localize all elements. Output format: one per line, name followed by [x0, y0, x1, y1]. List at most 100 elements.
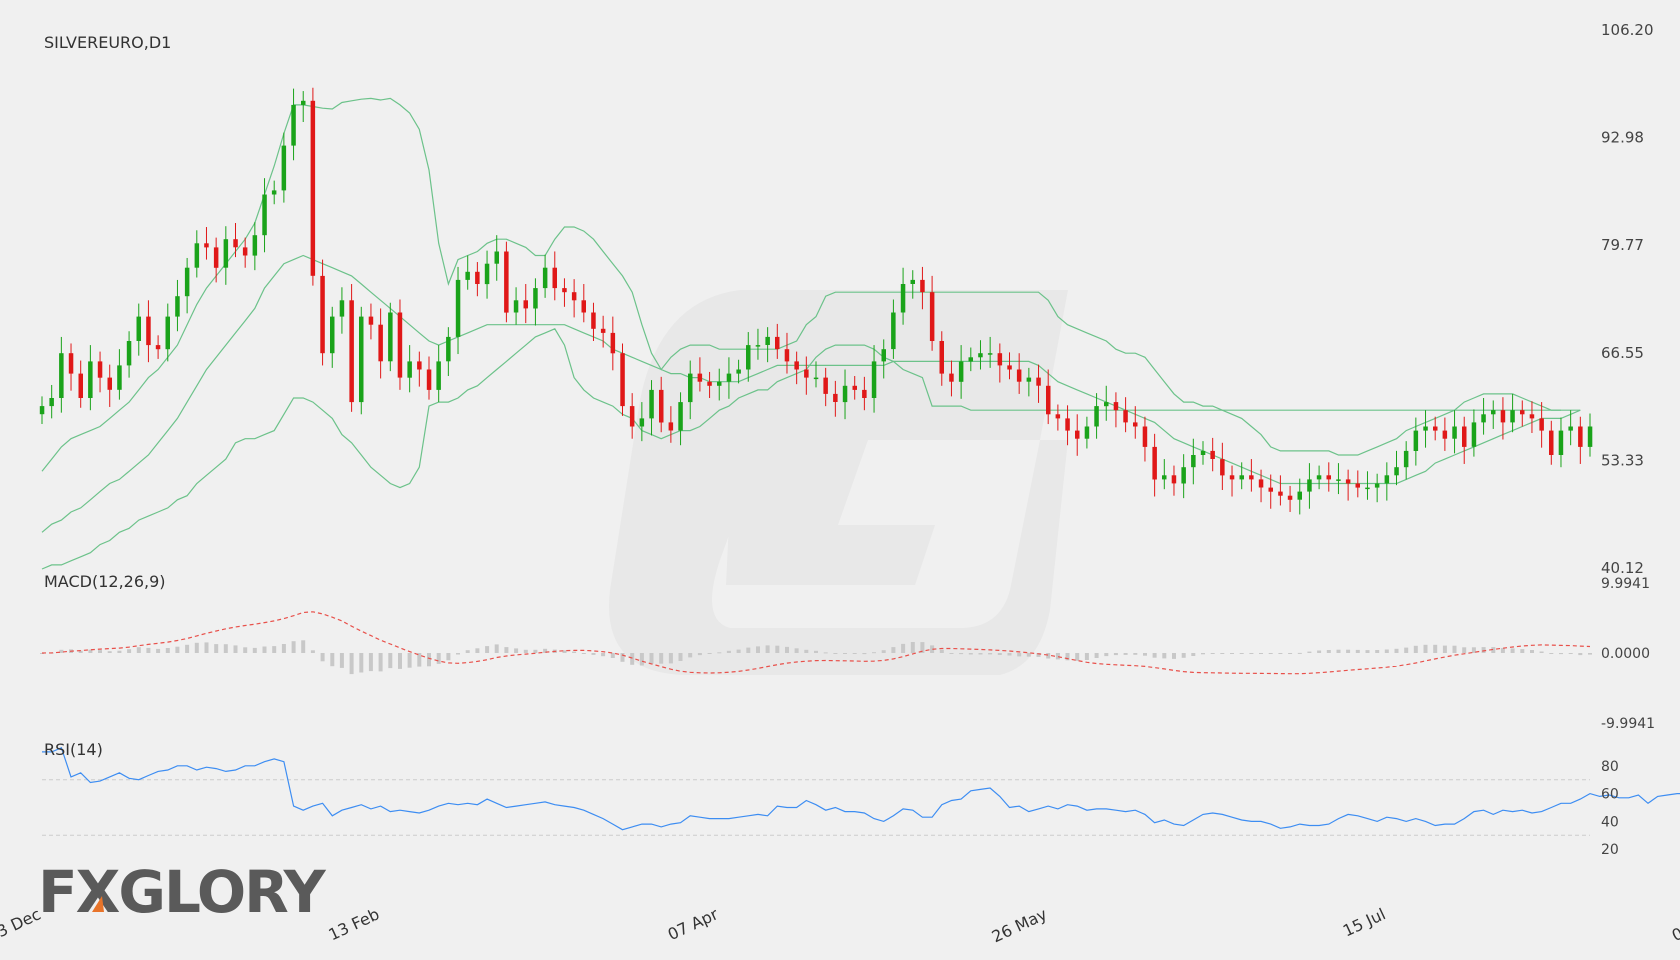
rsi-tick-label: 20	[1601, 842, 1619, 858]
macd-hist-bar	[388, 653, 393, 669]
candle-body	[252, 235, 258, 256]
rsi-tick-label: 80	[1601, 759, 1619, 775]
macd-hist-bar	[1346, 649, 1351, 653]
macd-hist-bar	[610, 653, 615, 658]
candle-body	[881, 349, 886, 362]
macd-hist-bar	[494, 644, 499, 653]
candle-body	[1510, 410, 1515, 423]
macd-hist-bar	[1201, 653, 1205, 655]
candle-body	[39, 406, 45, 415]
candle-body	[552, 267, 557, 289]
candle-body	[1336, 479, 1341, 481]
macd-hist-bar	[1539, 651, 1544, 653]
candle-body	[78, 373, 83, 398]
candle-body	[1355, 483, 1360, 488]
candle-body	[320, 275, 325, 354]
date-tick-label: 26 May	[989, 904, 1050, 946]
candle-body	[542, 267, 548, 289]
macd-hist-bar	[659, 653, 664, 664]
macd-hist-bar	[1442, 645, 1447, 653]
candle-body	[484, 263, 490, 285]
macd-hist-bar	[533, 649, 538, 653]
candle-body	[1394, 467, 1399, 476]
candle-body	[1481, 414, 1486, 423]
candle-body	[233, 239, 238, 248]
candle-body	[1123, 410, 1128, 423]
candle-body	[533, 288, 538, 309]
candle-body	[1587, 426, 1593, 447]
macd-hist-bar	[1230, 653, 1234, 654]
price-tick-label: 40.12	[1601, 559, 1644, 577]
candle-body	[610, 332, 616, 354]
candle-body	[1520, 410, 1525, 415]
macd-hist-bar	[1510, 648, 1515, 653]
candle-body	[1442, 430, 1448, 439]
price-tick-label: 106.20	[1601, 21, 1654, 39]
macd-hist-bar	[1143, 653, 1147, 656]
candle-body	[1549, 430, 1554, 455]
macd-hist-bar	[1017, 653, 1022, 657]
macd-hist-bar	[1268, 653, 1273, 654]
candle-body	[49, 398, 54, 407]
macd-hist-bar	[988, 653, 993, 655]
candle-body	[88, 361, 93, 398]
macd-tick-label: -9.9941	[1601, 716, 1655, 732]
candle-body	[949, 373, 954, 382]
candle-body	[204, 243, 209, 248]
rsi-level-lines	[42, 779, 1590, 836]
macd-hist-bar	[1162, 653, 1167, 659]
candle-body	[678, 402, 683, 431]
macd-hist-bar	[1578, 653, 1583, 656]
macd-hist-bar	[891, 647, 896, 653]
candle-body	[707, 381, 712, 386]
macd-hist-bar	[1423, 644, 1428, 653]
macd-label: MACD(12,26,9)	[44, 572, 166, 591]
rsi-line-group	[42, 746, 1680, 831]
macd-hist-bar	[862, 653, 867, 655]
candle-body	[697, 373, 703, 382]
rsi-label: RSI(14)	[44, 740, 103, 759]
macd-tick-label: 0.0000	[1601, 646, 1650, 662]
candle-body	[1162, 475, 1167, 480]
price-tick-label: 53.33	[1601, 451, 1644, 469]
macd-hist-bar	[843, 653, 847, 654]
macd-hist-bar	[1336, 649, 1341, 653]
candle-body	[1181, 467, 1186, 484]
candle-body	[659, 389, 664, 423]
candle-body	[349, 300, 354, 403]
macd-hist-bar	[852, 653, 857, 654]
macd-hist-bar	[794, 648, 799, 653]
candle-body	[775, 336, 780, 350]
macd-hist-bar	[1549, 653, 1554, 654]
candle-body	[301, 100, 306, 105]
price-tick-label: 66.55	[1601, 344, 1644, 362]
candle-body	[1287, 495, 1293, 500]
candle-body	[649, 389, 654, 419]
macd-hist-bar	[1375, 650, 1380, 653]
candle-body	[281, 145, 287, 191]
rsi-line	[42, 746, 1680, 831]
macd-hist-bar	[310, 650, 315, 653]
candle-body	[1413, 430, 1419, 451]
candle-body	[136, 316, 141, 341]
macd-hist-bar	[804, 649, 809, 653]
candle-body	[97, 361, 103, 378]
macd-hist-bar	[785, 646, 789, 653]
macd-hist-bar	[1588, 653, 1592, 655]
macd-hist-bar	[736, 649, 741, 653]
rsi-tick-label: 40	[1601, 814, 1619, 830]
candle-body	[155, 345, 161, 350]
candle-body	[620, 353, 625, 407]
candle-body	[262, 194, 267, 236]
macd-hist-bar	[1384, 649, 1389, 653]
macd-hist-bar	[1152, 653, 1157, 658]
candle-body	[1297, 491, 1302, 500]
price-tick-label: 79.77	[1601, 236, 1644, 254]
candle-body	[891, 312, 896, 350]
macd-hist-bar	[756, 646, 760, 653]
macd-hist-bar	[1530, 650, 1534, 653]
macd-hist-bar	[175, 646, 180, 653]
macd-hist-bar	[136, 647, 141, 653]
macd-hist-bar	[1288, 653, 1293, 654]
macd-hist-bar	[359, 653, 364, 673]
